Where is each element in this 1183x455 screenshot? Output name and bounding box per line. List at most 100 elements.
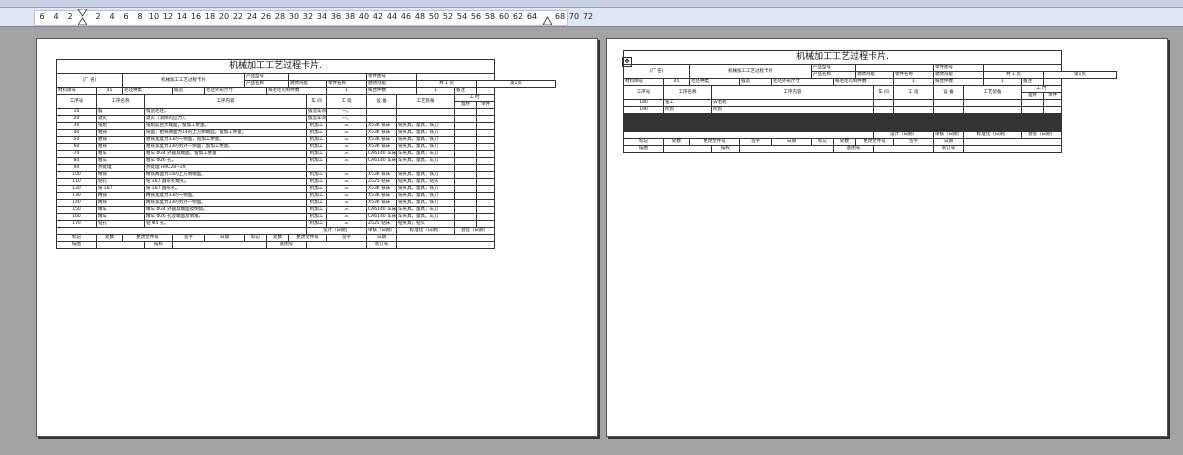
table-cell[interactable]: 三 xyxy=(326,150,367,158)
table-cell[interactable]: 精铣宽度为33的一侧面。 xyxy=(144,192,307,200)
table-cell[interactable]: 机加工 xyxy=(306,143,327,151)
table-cell[interactable]: 机加工 xyxy=(306,185,327,193)
table-cell[interactable]: 机加工 xyxy=(306,136,327,144)
table-row[interactable]: 90 热处理 热处理 HRC28~29 xyxy=(56,164,556,172)
table-cell[interactable] xyxy=(475,108,496,116)
product-model-cell[interactable] xyxy=(288,73,367,81)
table-cell[interactable]: X53K 铣床 xyxy=(366,143,397,151)
table-cell[interactable] xyxy=(1042,99,1063,107)
table-cell[interactable]: 车夹具，量具，车刀 xyxy=(396,206,455,214)
table-cell[interactable]: 三 xyxy=(326,185,367,193)
table-cell[interactable]: 铣 Σ87 xyxy=(96,185,145,193)
table-cell[interactable] xyxy=(1042,106,1063,114)
table-cell[interactable]: 粗车 Φ26 孔。 xyxy=(144,157,307,165)
table-cell[interactable] xyxy=(454,178,477,186)
table-cell[interactable] xyxy=(454,164,477,172)
table-cell[interactable]: 铣夹具，量具，铣刀 xyxy=(396,143,455,151)
table-cell[interactable]: 100 xyxy=(56,171,97,179)
table-cell[interactable]: 机加工 xyxy=(306,206,327,214)
table-cell[interactable] xyxy=(454,143,477,151)
table-cell[interactable]: 粗车 xyxy=(96,150,145,158)
table-cell[interactable]: 钻 Φ5 孔。 xyxy=(144,220,307,228)
table-cell[interactable]: 铣夹具，量具，铣刀 xyxy=(396,122,455,130)
table-cell[interactable]: 钻夹具，钻头 xyxy=(396,220,455,228)
table-cell[interactable]: 20 xyxy=(56,115,97,123)
table-cell[interactable] xyxy=(873,106,894,114)
table-cell[interactable]: CA6140 车床 xyxy=(366,213,397,221)
table-cell[interactable]: 粗车 Φ34 外圆及端面，留加工余量 xyxy=(144,150,307,158)
table-cell[interactable] xyxy=(454,185,477,193)
table-cell[interactable] xyxy=(326,164,367,172)
table-cell[interactable] xyxy=(454,220,477,228)
table-cell[interactable]: 热处理 xyxy=(96,164,145,172)
table-cell[interactable] xyxy=(963,99,1022,107)
table-cell[interactable]: 机加工 xyxy=(306,178,327,186)
table-cell[interactable] xyxy=(454,115,477,123)
table-cell[interactable]: CA6140 车床 xyxy=(366,206,397,214)
process-card-table-page1[interactable]: 机械加工工艺过程卡片. (厂 名) 机械加工工艺过程卡片 产品型号 零件图号 产… xyxy=(55,59,556,249)
table-cell[interactable]: 粗铣宽度为33的一侧面，留加工余量。 xyxy=(144,136,307,144)
table-cell[interactable]: 三 xyxy=(326,192,367,200)
table-row[interactable]: 180 钳工 去毛刺 xyxy=(623,99,1117,107)
table-cell[interactable]: 去毛刺 xyxy=(711,99,874,107)
table-cell[interactable]: 30 xyxy=(56,122,97,130)
table-cell[interactable]: 三 xyxy=(326,129,367,137)
table-cell[interactable]: 140 xyxy=(56,199,97,207)
table-cell[interactable]: 40 xyxy=(56,129,97,137)
table-row[interactable]: 190 检验 检验 xyxy=(623,106,1117,114)
table-cell[interactable]: 三 xyxy=(326,199,367,207)
table-cell[interactable]: 检验 xyxy=(711,106,874,114)
table-cell[interactable] xyxy=(475,220,496,228)
table-cell[interactable]: 三 xyxy=(326,136,367,144)
table-cell[interactable] xyxy=(454,199,477,207)
table-cell[interactable]: 精铣 xyxy=(96,199,145,207)
table-cell[interactable]: 铣夹具，量具，铣刀 xyxy=(396,199,455,207)
table-cell[interactable]: 精车 Φ34 外圆及端面及倒角。 xyxy=(144,206,307,214)
table-cell[interactable]: 70 xyxy=(56,150,97,158)
table-cell[interactable]: 退火（消除内应力）。 xyxy=(144,115,307,123)
table-cell[interactable] xyxy=(454,122,477,130)
table-cell[interactable]: 机加工 xyxy=(306,122,327,130)
table-cell[interactable] xyxy=(475,192,496,200)
table-cell[interactable]: 180 xyxy=(623,99,664,107)
table-cell[interactable] xyxy=(396,115,455,123)
table-cell[interactable]: 50 xyxy=(56,136,97,144)
table-cell[interactable]: 退火 xyxy=(96,115,145,123)
part-drawing-cell[interactable] xyxy=(415,73,496,81)
table-cell[interactable]: 铣削前后大端面，留加工余量。 xyxy=(144,122,307,130)
table-cell[interactable]: 160 xyxy=(56,213,97,221)
table-cell[interactable]: 钻夹具，量具，钻头 xyxy=(396,178,455,186)
footer-blank-2[interactable] xyxy=(395,234,496,242)
table-cell[interactable]: 机加工 xyxy=(306,213,327,221)
table-cell[interactable]: 铣夹具，量具，铣刀 xyxy=(396,171,455,179)
table-cell[interactable] xyxy=(475,185,496,193)
table-cell[interactable] xyxy=(933,99,964,107)
table-cell[interactable]: X53K 铣床 xyxy=(366,185,397,193)
table-cell[interactable] xyxy=(454,171,477,179)
footer-blank[interactable] xyxy=(56,227,307,235)
table-cell[interactable] xyxy=(454,150,477,158)
table-row[interactable]: 170 钻孔钻 Φ5 孔。 机加工三 Z525 钻床 钻夹具，钻头 xyxy=(56,220,556,228)
table-cell[interactable]: 精铣宽度为33的另外一侧面。 xyxy=(144,199,307,207)
table-cell[interactable]: 锻造车间。 xyxy=(306,108,327,116)
table-cell[interactable] xyxy=(454,129,477,137)
table-cell[interactable] xyxy=(454,136,477,144)
table-row[interactable]: 150 精车 精车 Φ34 外圆及端面及倒角。 机加工三 CA6140 车床 车夹具，量具… xyxy=(56,206,556,214)
table-cell[interactable]: 锻造毛坯。 xyxy=(144,108,307,116)
table-cell[interactable]: 钻 Σ87 圆形孔端孔。 xyxy=(144,178,307,186)
table-cell[interactable] xyxy=(893,99,934,107)
table-cell[interactable]: CA6140 车床 xyxy=(366,150,397,158)
table-cell[interactable] xyxy=(475,206,496,214)
table-cell[interactable]: X53K 铣床 xyxy=(366,122,397,130)
table-cell[interactable]: 机加工 xyxy=(306,220,327,228)
table-cell[interactable]: 车夹具，量具，车刀 xyxy=(396,213,455,221)
table-cell[interactable]: 精车 xyxy=(96,206,145,214)
table-cell[interactable]: 机加工 xyxy=(306,157,327,165)
table-cell[interactable]: 170 xyxy=(56,220,97,228)
table-cell[interactable] xyxy=(366,164,397,172)
table-cell[interactable]: 铣夹具，量具，铣刀 xyxy=(396,192,455,200)
table-cell[interactable] xyxy=(475,122,496,130)
table-row[interactable]: 140 精铣 精铣宽度为33的另外一侧面。 机加工三 X53K 铣床 铣夹具，量具，铣刀 xyxy=(56,199,556,207)
table-cell[interactable] xyxy=(306,164,327,172)
table-cell[interactable]: 机加工 xyxy=(306,150,327,158)
